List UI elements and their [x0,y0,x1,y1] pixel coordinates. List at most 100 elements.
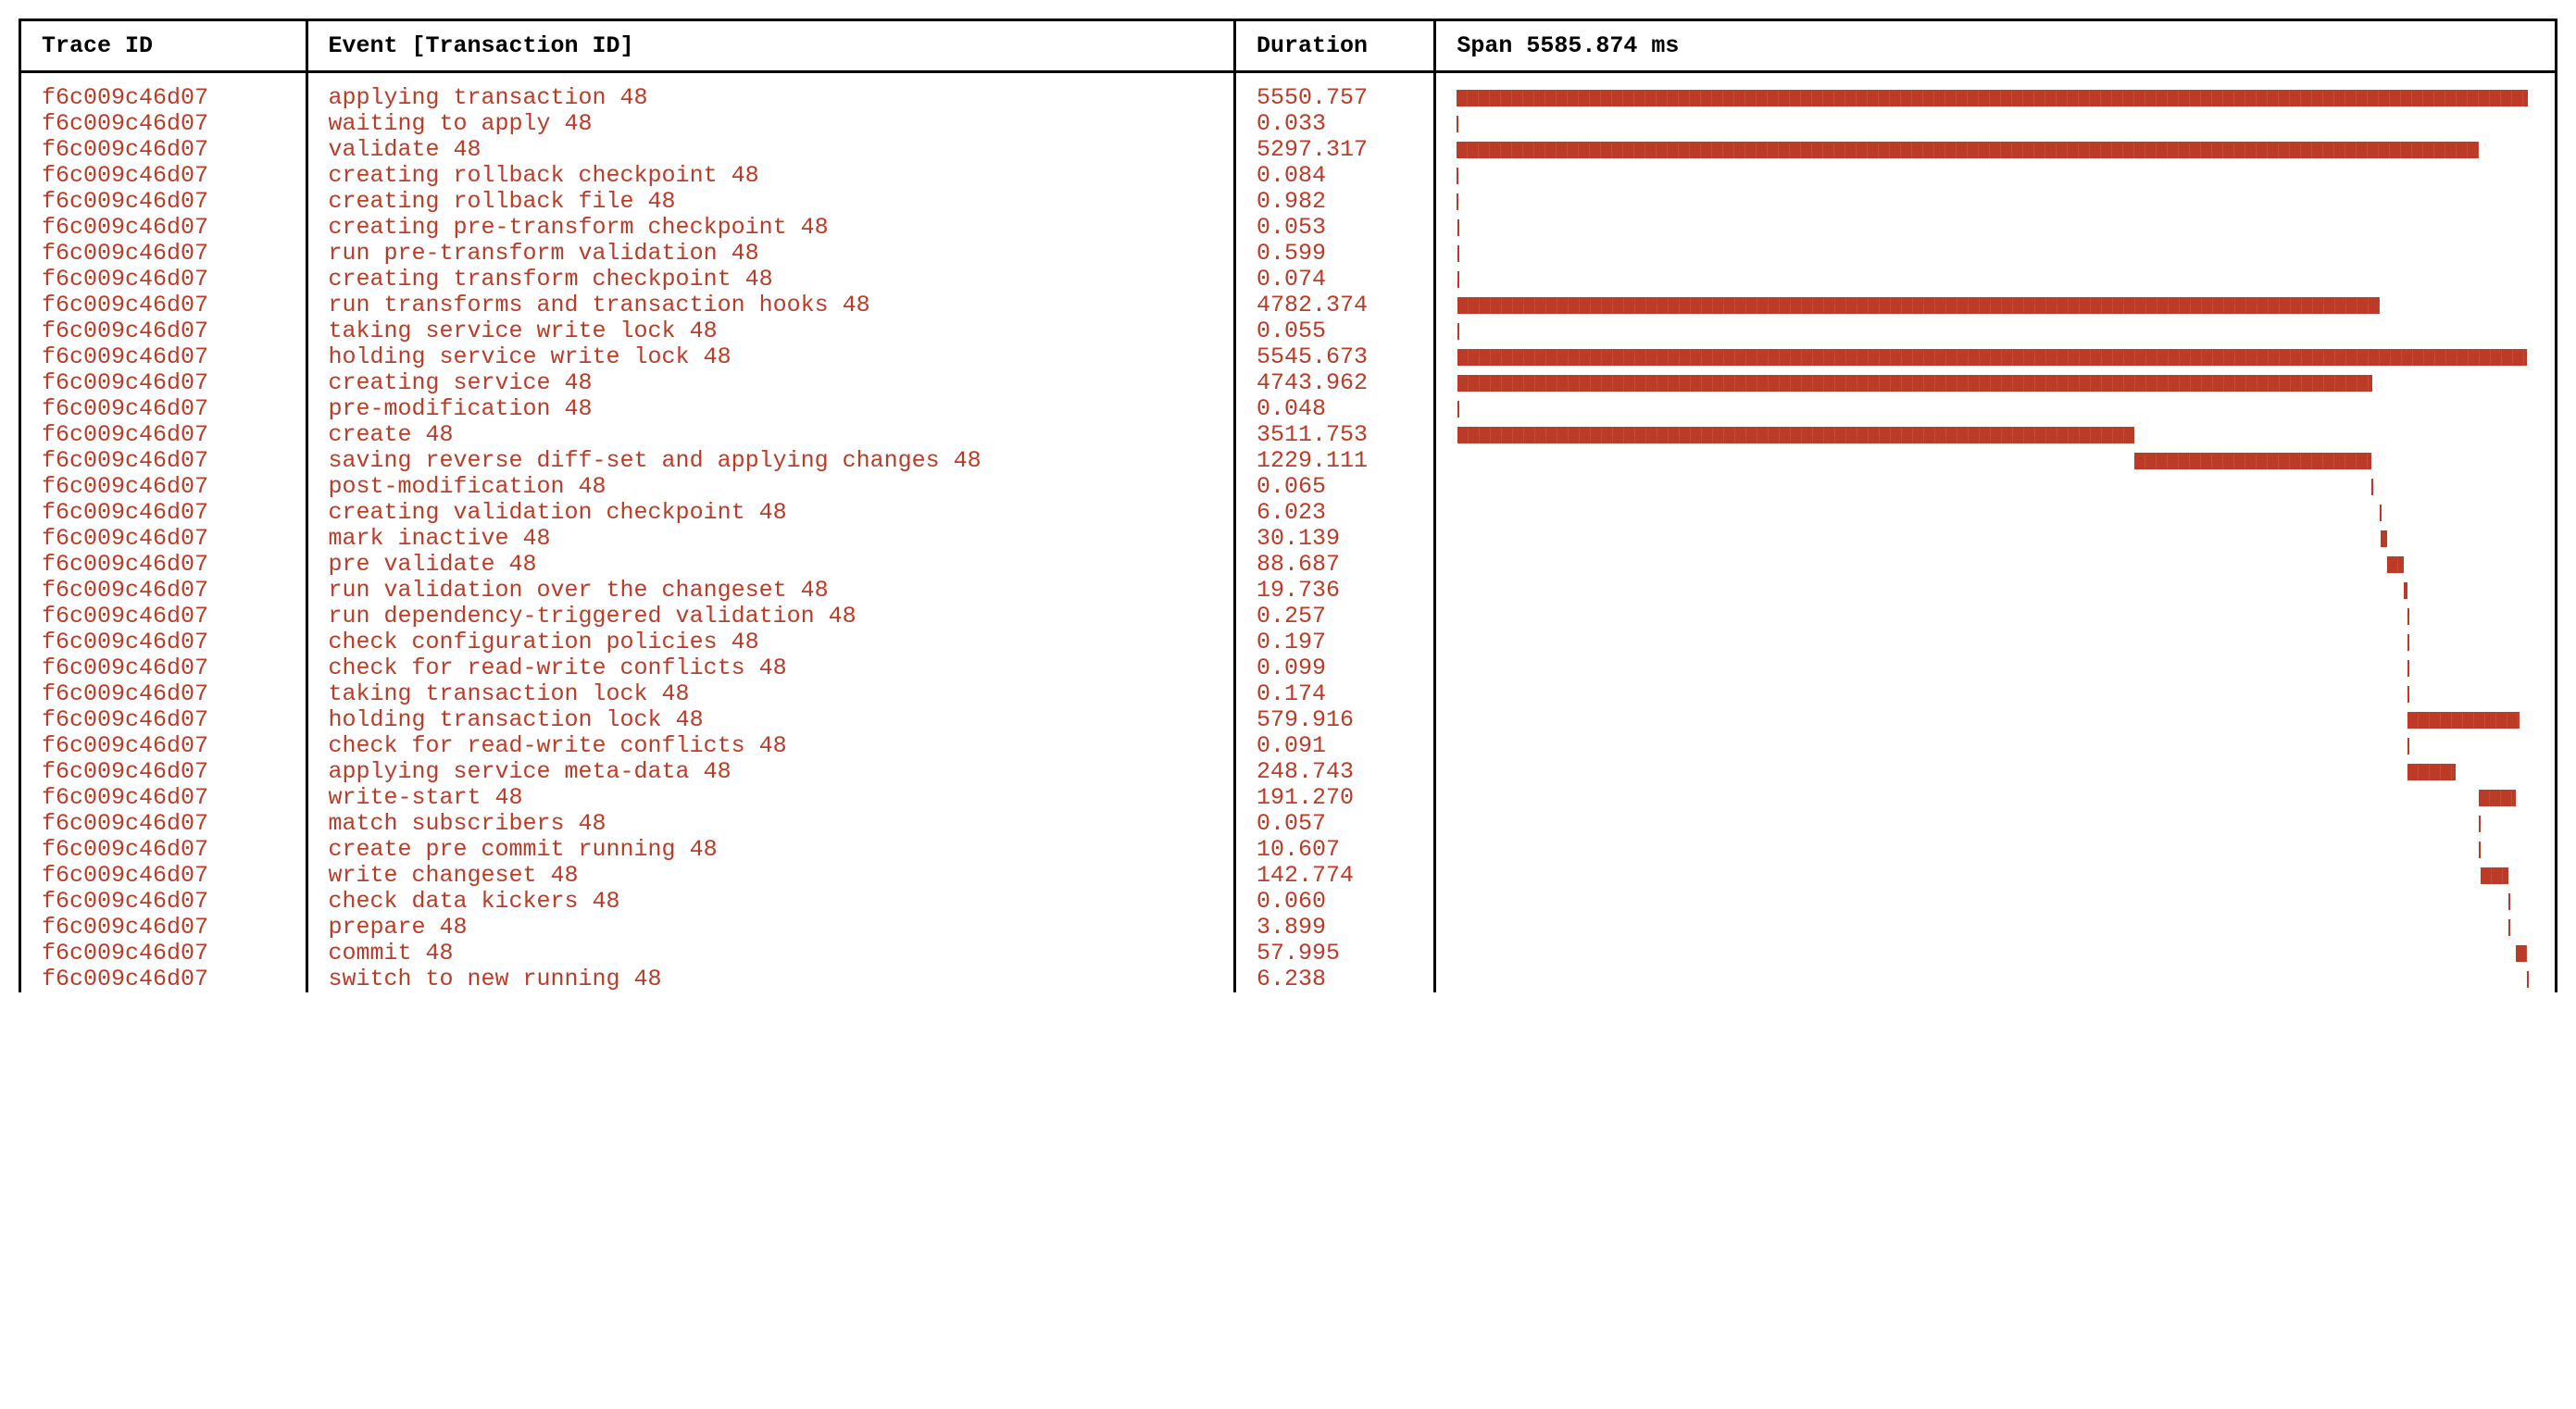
event-cell: mark inactive 48 [306,526,1234,552]
table-row[interactable]: f6c009c46d07create 483511.753 [20,422,2557,448]
trace-id-cell: f6c009c46d07 [20,241,307,267]
table-row[interactable]: f6c009c46d07applying transaction 485550.… [20,72,2557,111]
duration-cell: 0.055 [1234,318,1434,344]
table-row[interactable]: f6c009c46d07applying service meta-data 4… [20,759,2557,785]
span-cell [1435,655,2557,681]
span-bar [1457,90,2527,106]
duration-cell: 191.270 [1234,785,1434,811]
span-bar [2407,712,2520,729]
table-row[interactable]: f6c009c46d07switch to new running 486.23… [20,966,2557,992]
col-header-event[interactable]: Event [Transaction ID] [306,20,1234,72]
duration-cell: 0.065 [1234,474,1434,500]
event-cell: pre validate 48 [306,552,1234,578]
span-cell [1435,189,2557,215]
table-row[interactable]: f6c009c46d07creating pre-transform check… [20,215,2557,241]
table-row[interactable]: f6c009c46d07holding service write lock 4… [20,344,2557,370]
table-row[interactable]: f6c009c46d07check for read-write conflic… [20,733,2557,759]
span-cell [1435,396,2557,422]
event-cell: check for read-write conflicts 48 [306,733,1234,759]
table-header-row: Trace ID Event [Transaction ID] Duration… [20,20,2557,72]
duration-cell: 0.074 [1234,267,1434,293]
trace-id-cell: f6c009c46d07 [20,915,307,941]
span-bar [1457,297,2380,314]
span-bar [2134,453,2371,469]
span-cell [1435,889,2557,915]
span-bar [2371,479,2373,495]
table-row[interactable]: f6c009c46d07validate 485297.317 [20,137,2557,163]
table-row[interactable]: f6c009c46d07write-start 48191.270 [20,785,2557,811]
table-row[interactable]: f6c009c46d07creating rollback checkpoint… [20,163,2557,189]
trace-id-cell: f6c009c46d07 [20,578,307,604]
duration-cell: 0.033 [1234,111,1434,137]
col-header-trace-id[interactable]: Trace ID [20,20,307,72]
table-row[interactable]: f6c009c46d07run validation over the chan… [20,578,2557,604]
table-row[interactable]: f6c009c46d07taking service write lock 48… [20,318,2557,344]
duration-cell: 0.048 [1234,396,1434,422]
span-bar [2387,556,2404,573]
trace-id-cell: f6c009c46d07 [20,733,307,759]
duration-cell: 0.084 [1234,163,1434,189]
table-row[interactable]: f6c009c46d07check for read-write conflic… [20,655,2557,681]
table-row[interactable]: f6c009c46d07creating validation checkpoi… [20,500,2557,526]
span-cell [1435,733,2557,759]
duration-cell: 30.139 [1234,526,1434,552]
table-row[interactable]: f6c009c46d07run pre-transform validation… [20,241,2557,267]
table-row[interactable]: f6c009c46d07prepare 483.899 [20,915,2557,941]
event-cell: create pre commit running 48 [306,837,1234,863]
table-row[interactable]: f6c009c46d07saving reverse diff-set and … [20,448,2557,474]
table-row[interactable]: f6c009c46d07run transforms and transacti… [20,293,2557,318]
span-bar [2479,790,2516,806]
duration-cell: 6.238 [1234,966,1434,992]
table-row[interactable]: f6c009c46d07create pre commit running 48… [20,837,2557,863]
table-row[interactable]: f6c009c46d07match subscribers 480.057 [20,811,2557,837]
span-cell [1435,72,2557,111]
duration-cell: 4743.962 [1234,370,1434,396]
duration-cell: 19.736 [1234,578,1434,604]
table-row[interactable]: f6c009c46d07commit 4857.995 [20,941,2557,966]
span-cell [1435,293,2557,318]
span-bar [1457,427,2135,443]
span-bar [1457,271,1459,288]
table-row[interactable]: f6c009c46d07mark inactive 4830.139 [20,526,2557,552]
trace-id-cell: f6c009c46d07 [20,370,307,396]
span-cell [1435,552,2557,578]
span-cell [1435,448,2557,474]
trace-id-cell: f6c009c46d07 [20,966,307,992]
trace-id-cell: f6c009c46d07 [20,474,307,500]
table-row[interactable]: f6c009c46d07check data kickers 480.060 [20,889,2557,915]
span-bar [2407,686,2409,703]
span-bar [1457,349,2527,366]
trace-id-cell: f6c009c46d07 [20,293,307,318]
table-row[interactable]: f6c009c46d07holding transaction lock 485… [20,707,2557,733]
col-header-duration[interactable]: Duration [1234,20,1434,72]
trace-id-cell: f6c009c46d07 [20,811,307,837]
table-row[interactable]: f6c009c46d07post-modification 480.065 [20,474,2557,500]
table-row[interactable]: f6c009c46d07creating service 484743.962 [20,370,2557,396]
duration-cell: 3511.753 [1234,422,1434,448]
span-cell [1435,344,2557,370]
table-row[interactable]: f6c009c46d07creating transform checkpoin… [20,267,2557,293]
span-bar [2407,660,2409,677]
table-row[interactable]: f6c009c46d07check configuration policies… [20,630,2557,655]
span-bar [2516,945,2527,962]
span-cell [1435,111,2557,137]
span-cell [1435,370,2557,396]
duration-cell: 5550.757 [1234,72,1434,111]
span-cell [1435,422,2557,448]
col-header-span[interactable]: Span 5585.874 ms [1435,20,2557,72]
span-bar [2407,608,2409,625]
trace-id-cell: f6c009c46d07 [20,267,307,293]
table-row[interactable]: f6c009c46d07pre validate 4888.687 [20,552,2557,578]
table-row[interactable]: f6c009c46d07pre-modification 480.048 [20,396,2557,422]
table-row[interactable]: f6c009c46d07run dependency-triggered val… [20,604,2557,630]
span-bar [1457,142,2479,158]
trace-id-cell: f6c009c46d07 [20,889,307,915]
duration-cell: 0.257 [1234,604,1434,630]
table-row[interactable]: f6c009c46d07creating rollback file 480.9… [20,189,2557,215]
span-cell [1435,785,2557,811]
table-row[interactable]: f6c009c46d07write changeset 48142.774 [20,863,2557,889]
span-bar [2404,582,2407,599]
span-bar [2407,738,2409,754]
table-row[interactable]: f6c009c46d07taking transaction lock 480.… [20,681,2557,707]
table-row[interactable]: f6c009c46d07waiting to apply 480.033 [20,111,2557,137]
